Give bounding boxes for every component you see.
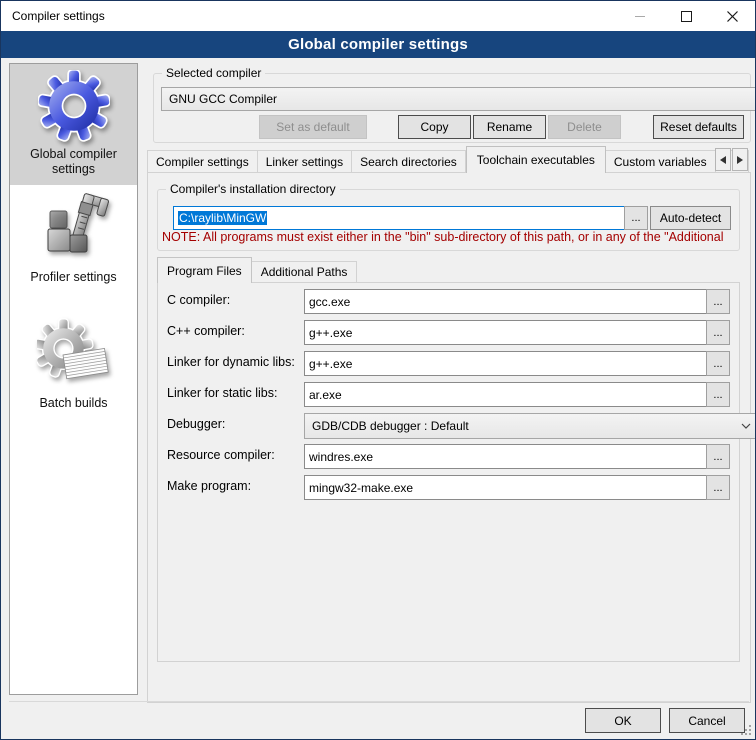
ok-button[interactable]: OK xyxy=(585,708,661,733)
auto-detect-button[interactable]: Auto-detect xyxy=(650,206,731,230)
cpp-compiler-browse-button[interactable]: ... xyxy=(706,320,730,345)
tab-scroll-left-button[interactable] xyxy=(715,148,731,171)
tab-compiler-settings[interactable]: Compiler settings xyxy=(147,150,258,173)
rename-button[interactable]: Rename xyxy=(473,115,546,139)
maximize-icon xyxy=(681,11,692,22)
make-program-browse-button[interactable]: ... xyxy=(706,475,730,500)
gear-blue-icon xyxy=(38,70,110,142)
installation-directory-legend: Compiler's installation directory xyxy=(166,182,340,196)
debugger-label: Debugger: xyxy=(167,417,225,431)
linker-static-label: Linker for static libs: xyxy=(167,386,277,400)
sidebar-item-batch-builds[interactable]: Batch builds xyxy=(10,307,137,437)
installation-directory-note: NOTE: All programs must exist either in … xyxy=(162,230,738,244)
sidebar-item-label: Global compiler settings xyxy=(24,147,124,177)
cpp-compiler-label: C++ compiler: xyxy=(167,324,245,338)
resource-compiler-input[interactable]: windres.exe xyxy=(304,444,711,469)
linker-dynamic-browse-button[interactable]: ... xyxy=(706,351,730,376)
cancel-button[interactable]: Cancel xyxy=(669,708,745,733)
debugger-value: GDB/CDB debugger : Default xyxy=(312,419,469,433)
sidebar-item-label: Batch builds xyxy=(24,396,124,411)
sidebar-item-global-compiler-settings[interactable]: Global compiler settings xyxy=(10,64,137,185)
settings-category-list: Global compiler settings xyxy=(9,63,138,695)
c-compiler-input[interactable]: gcc.exe xyxy=(304,289,711,314)
program-files-tabstrip: Program Files Additional Paths xyxy=(157,256,357,283)
tab-scroll-right-button[interactable] xyxy=(732,148,748,171)
linker-static-browse-button[interactable]: ... xyxy=(706,382,730,407)
dialog-header: Global compiler settings xyxy=(1,31,755,58)
titlebar: Compiler settings xyxy=(1,1,755,31)
page-title: Global compiler settings xyxy=(288,36,468,53)
tab-program-files[interactable]: Program Files xyxy=(157,257,252,283)
c-compiler-browse-button[interactable]: ... xyxy=(706,289,730,314)
tab-scroll-arrows xyxy=(715,148,748,171)
cpp-compiler-input[interactable]: g++.exe xyxy=(304,320,711,345)
tab-linker-settings[interactable]: Linker settings xyxy=(258,150,352,173)
sidebar-item-label: Profiler settings xyxy=(24,270,124,285)
close-button[interactable] xyxy=(709,1,755,31)
c-compiler-label: C compiler: xyxy=(167,293,230,307)
linker-dynamic-input[interactable]: g++.exe xyxy=(304,351,711,376)
linker-static-input[interactable]: ar.exe xyxy=(304,382,711,407)
set-as-default-button[interactable]: Set as default xyxy=(259,115,367,139)
settings-tabstrip: Compiler settings Linker settings Search… xyxy=(147,146,749,173)
gear-stack-icon xyxy=(37,317,111,391)
reset-defaults-button[interactable]: Reset defaults xyxy=(653,115,744,139)
window-title: Compiler settings xyxy=(12,9,105,23)
tab-toolchain-executables[interactable]: Toolchain executables xyxy=(466,146,606,173)
selected-compiler-combobox[interactable]: GNU GCC Compiler xyxy=(161,87,756,111)
resize-grip[interactable] xyxy=(741,725,752,736)
compiler-settings-dialog: Compiler settings Global compiler settin… xyxy=(0,0,756,740)
installation-directory-value: C:\raylib\MinGW xyxy=(178,211,267,225)
tab-search-directories[interactable]: Search directories xyxy=(352,150,466,173)
installation-directory-browse-button[interactable]: ... xyxy=(624,206,648,230)
chevron-down-icon xyxy=(741,423,751,429)
caption-buttons xyxy=(617,1,755,31)
copy-button[interactable]: Copy xyxy=(398,115,471,139)
tab-custom-variables[interactable]: Custom variables xyxy=(606,150,716,173)
maximize-button[interactable] xyxy=(663,1,709,31)
close-icon xyxy=(727,11,738,22)
tab-additional-paths[interactable]: Additional Paths xyxy=(252,261,358,283)
minimize-icon xyxy=(635,16,645,17)
triangle-left-icon xyxy=(720,156,726,164)
resource-compiler-label: Resource compiler: xyxy=(167,448,275,462)
debugger-combobox[interactable]: GDB/CDB debugger : Default xyxy=(304,413,756,439)
installation-directory-input[interactable]: C:\raylib\MinGW xyxy=(173,206,629,230)
delete-button[interactable]: Delete xyxy=(548,115,621,139)
sidebar-item-profiler-settings[interactable]: Profiler settings xyxy=(10,185,137,307)
triangle-right-icon xyxy=(737,156,743,164)
make-program-label: Make program: xyxy=(167,479,251,493)
selected-compiler-legend: Selected compiler xyxy=(162,66,265,80)
minimize-button[interactable] xyxy=(617,1,663,31)
caliper-icon xyxy=(37,191,111,265)
make-program-input[interactable]: mingw32-make.exe xyxy=(304,475,711,500)
resource-compiler-browse-button[interactable]: ... xyxy=(706,444,730,469)
selected-compiler-value: GNU GCC Compiler xyxy=(169,92,277,106)
footer-divider xyxy=(9,701,749,702)
linker-dynamic-label: Linker for dynamic libs: xyxy=(167,355,295,369)
